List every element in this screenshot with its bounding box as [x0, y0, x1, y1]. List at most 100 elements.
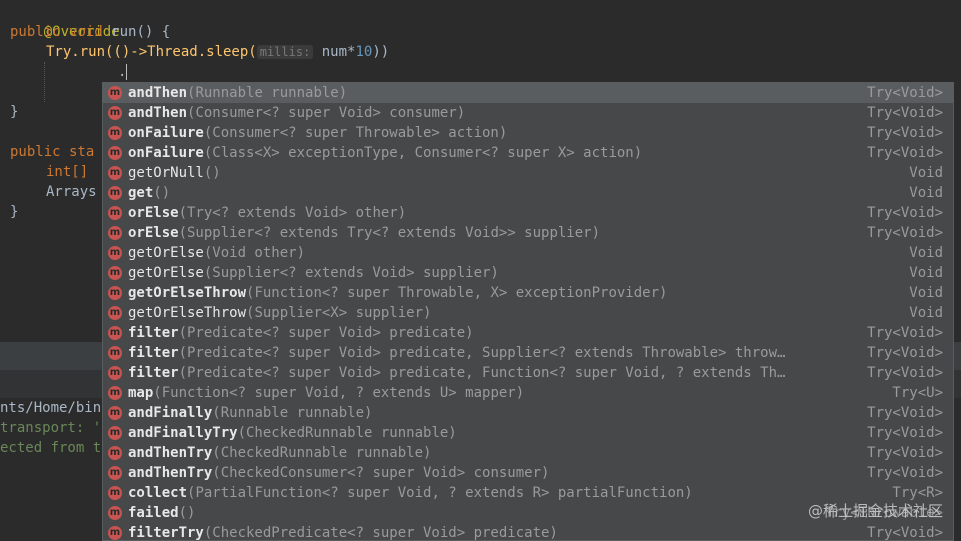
completion-signature: andThenTry(CheckedRunnable runnable)	[128, 443, 854, 463]
code-completion-popup[interactable]: m andThen(Runnable runnable) Try<Void> m and…	[102, 82, 954, 541]
completion-item[interactable]: m andThen(Consumer<? super Void> consumer…	[103, 103, 953, 123]
completion-params: (Predicate<? super Void> predicate, Func…	[178, 365, 786, 381]
completion-return-type: Try<Void>	[867, 205, 943, 221]
completion-return-type: Try<Void>	[867, 145, 943, 161]
completion-method-name: andThenTry	[128, 465, 213, 481]
keyword-void: void	[69, 24, 103, 40]
try-run-call: Try.run(()->Thread.sleep(	[46, 44, 257, 60]
code-line-6: }	[10, 102, 18, 122]
completion-return-type: Try<Void>	[867, 105, 943, 121]
completion-item[interactable]: m getOrElse(Supplier<? extends Void> supp…	[103, 263, 953, 283]
completion-item[interactable]: m filter(Predicate<? super Void> predicat…	[103, 363, 953, 383]
closing-parens: ))	[372, 44, 390, 60]
completion-item[interactable]: m getOrElseThrow(Function<? super Throwab…	[103, 283, 953, 303]
completion-signature: filter(Predicate<? super Void> predicate…	[128, 343, 854, 363]
completion-method-name: filter	[128, 345, 179, 361]
completion-signature: filter(Predicate<? super Void> predicate…	[128, 323, 854, 343]
closing-brace-2: }	[10, 204, 19, 220]
completion-signature: andThen(Runnable runnable)	[128, 83, 854, 103]
keyword-public: public	[10, 24, 61, 40]
closing-brace: }	[10, 104, 19, 120]
completion-params: (Supplier<? extends Try<? extends Void>>…	[178, 225, 601, 241]
completion-item[interactable]: m getOrElseThrow(Supplier<X> supplier) Voi…	[103, 303, 953, 323]
method-icon: m	[108, 526, 122, 540]
completion-item[interactable]: m andFinallyTry(CheckedRunnable runnable)…	[103, 423, 953, 443]
completion-params: (Predicate<? super Void> predicate)	[178, 325, 474, 341]
completion-method-name: getOrElseThrow	[128, 305, 247, 321]
number-literal: 10	[355, 44, 373, 60]
completion-item[interactable]: m andThenTry(CheckedRunnable runnable) Try…	[103, 443, 953, 463]
completion-signature: get()	[128, 183, 854, 203]
completion-signature: getOrNull()	[128, 163, 854, 183]
completion-return-type: Try<U>	[892, 385, 943, 401]
completion-method-name: getOrElseThrow	[128, 285, 247, 301]
code-line-1: @Override	[10, 2, 120, 40]
code-line-2: public void run() {	[10, 22, 170, 42]
completion-item[interactable]: m filter(Predicate<? super Void> predicat…	[103, 343, 953, 363]
code-line-3: Try.run(()->Thread.sleep(millis: num*10)…	[46, 42, 389, 62]
method-icon: m	[108, 346, 122, 360]
completion-item[interactable]: m map(Function<? super Void, ? extends U>…	[103, 383, 953, 403]
completion-return-type: Try<Void>	[867, 425, 943, 441]
completion-method-name: andFinally	[128, 405, 213, 421]
method-icon: m	[108, 386, 122, 400]
completion-return-type: Void	[909, 285, 943, 301]
completion-params: (Class<X> exceptionType, Consumer<? supe…	[203, 145, 643, 161]
method-signature: run() {	[102, 24, 171, 40]
method-icon: m	[108, 466, 122, 480]
completion-params: (Void other)	[203, 245, 306, 261]
watermark: @稀土掘金技术社区	[807, 502, 943, 520]
completion-signature: onFailure(Consumer<? super Throwable> ac…	[128, 123, 854, 143]
completion-return-type: Void	[909, 305, 943, 321]
method-icon: m	[108, 206, 122, 220]
method-icon: m	[108, 146, 122, 160]
completion-signature: orElse(Try<? extends Void> other)	[128, 203, 854, 223]
method-icon: m	[108, 506, 122, 520]
completion-item[interactable]: m filter(Predicate<? super Void> predicat…	[103, 323, 953, 343]
method-icon: m	[108, 326, 122, 340]
completion-method-name: andFinallyTry	[128, 425, 238, 441]
completion-item[interactable]: m filterTry(CheckedPredicate<? super Void…	[103, 523, 953, 540]
completion-method-name: orElse	[128, 205, 179, 221]
completion-method-name: andThen	[128, 105, 188, 121]
method-icon: m	[108, 186, 122, 200]
code-line-4: .	[118, 62, 128, 82]
completion-return-type: Try<Void>	[867, 225, 943, 241]
completion-item[interactable]: m getOrNull() Void	[103, 163, 953, 183]
completion-params: (Try<? extends Void> other)	[178, 205, 407, 221]
completion-method-name: andThenTry	[128, 445, 213, 461]
completion-method-name: getOrElse	[128, 265, 204, 281]
completion-params: (PartialFunction<? super Void, ? extends…	[187, 485, 693, 501]
completion-item[interactable]: m onFailure(Class<X> exceptionType, Consu…	[103, 143, 953, 163]
console-line-3: ected from t	[0, 440, 102, 456]
completion-params: (CheckedRunnable runnable)	[212, 445, 432, 461]
completion-return-type: Void	[909, 165, 943, 181]
method-icon: m	[108, 266, 122, 280]
completion-item[interactable]: m andThen(Runnable runnable) Try<Void>	[103, 83, 953, 103]
completion-params: (CheckedConsumer<? super Void> consumer)	[212, 465, 550, 481]
completion-method-name: getOrElse	[128, 245, 204, 261]
method-icon: m	[108, 306, 122, 320]
completion-method-name: map	[128, 385, 154, 401]
completion-method-name: get	[128, 185, 154, 201]
completion-signature: getOrElseThrow(Function<? super Throwabl…	[128, 283, 854, 303]
completion-item[interactable]: m andFinally(Runnable runnable) Try<Void>	[103, 403, 953, 423]
completion-item[interactable]: m onFailure(Consumer<? super Throwable> a…	[103, 123, 953, 143]
completion-params: (Runnable runnable)	[187, 85, 348, 101]
arrays-token: Arrays	[46, 184, 97, 200]
completion-item[interactable]: m orElse(Supplier<? extends Try<? extends…	[103, 223, 953, 243]
method-icon: m	[108, 286, 122, 300]
completion-return-type: Try<Void>	[867, 85, 943, 101]
completion-item[interactable]: m getOrElse(Void other) Void	[103, 243, 953, 263]
completion-item[interactable]: m andThenTry(CheckedConsumer<? super Void…	[103, 463, 953, 483]
method-icon: m	[108, 166, 122, 180]
completion-params: (Predicate<? super Void> predicate, Supp…	[178, 345, 786, 361]
completion-params: (Consumer<? super Throwable> action)	[203, 125, 508, 141]
completion-params: (CheckedRunnable runnable)	[237, 425, 457, 441]
completion-item[interactable]: m orElse(Try<? extends Void> other) Try<Vo…	[103, 203, 953, 223]
completion-method-name: andThen	[128, 85, 188, 101]
completion-item[interactable]: m get() Void	[103, 183, 953, 203]
code-line-8: public sta	[10, 142, 94, 162]
method-icon: m	[108, 86, 122, 100]
completion-return-type: Try<Void>	[867, 325, 943, 341]
